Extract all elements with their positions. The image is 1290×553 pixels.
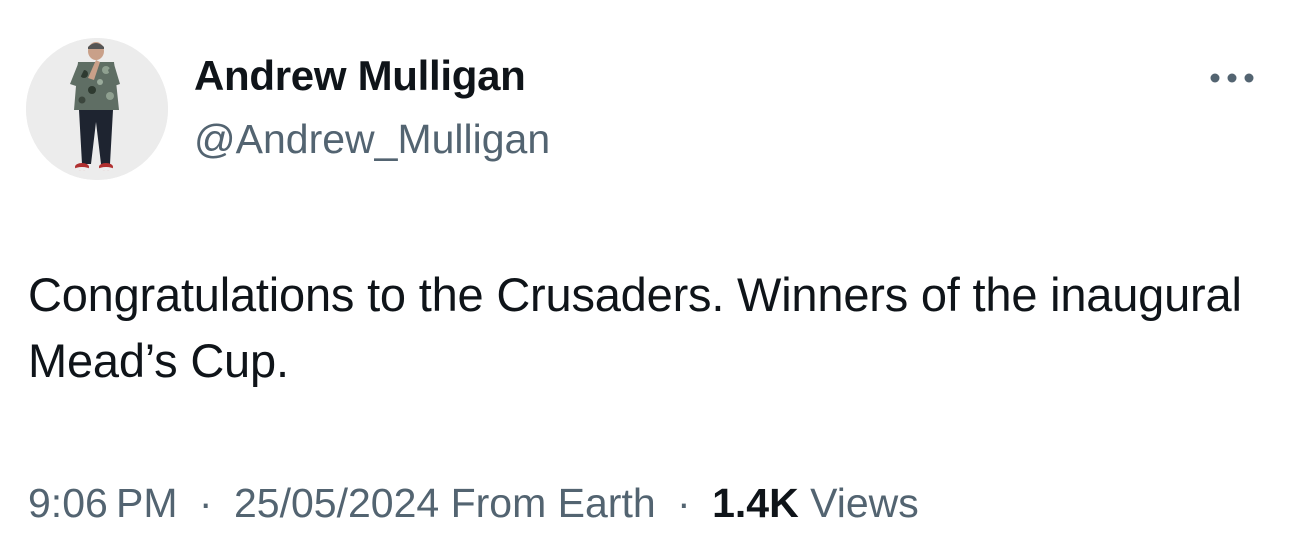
meta-separator: · [198, 480, 213, 526]
tweet-text: Congratulations to the Crusaders. Winner… [28, 268, 1242, 387]
tweet-meta: 9:06 PM · 25/05/2024 From Earth · 1.4K V… [28, 480, 919, 527]
meta-separator: · [677, 480, 691, 526]
more-horizontal-icon [1210, 73, 1254, 83]
author-display-name[interactable]: Andrew Mulligan [194, 52, 526, 100]
tweet-card: Andrew Mulligan @Andrew_Mulligan Congrat… [0, 0, 1290, 553]
avatar[interactable] [26, 38, 168, 180]
more-options-button[interactable] [1200, 60, 1264, 96]
person-photo-icon [26, 38, 168, 180]
tweet-source: From Earth [450, 480, 656, 526]
views-label: Views [810, 480, 919, 526]
timestamp-time[interactable]: 9:06 PM [28, 480, 178, 526]
views-count: 1.4K [712, 480, 799, 526]
timestamp-date[interactable]: 25/05/2024 [234, 480, 439, 526]
author-handle[interactable]: @Andrew_Mulligan [194, 116, 550, 163]
